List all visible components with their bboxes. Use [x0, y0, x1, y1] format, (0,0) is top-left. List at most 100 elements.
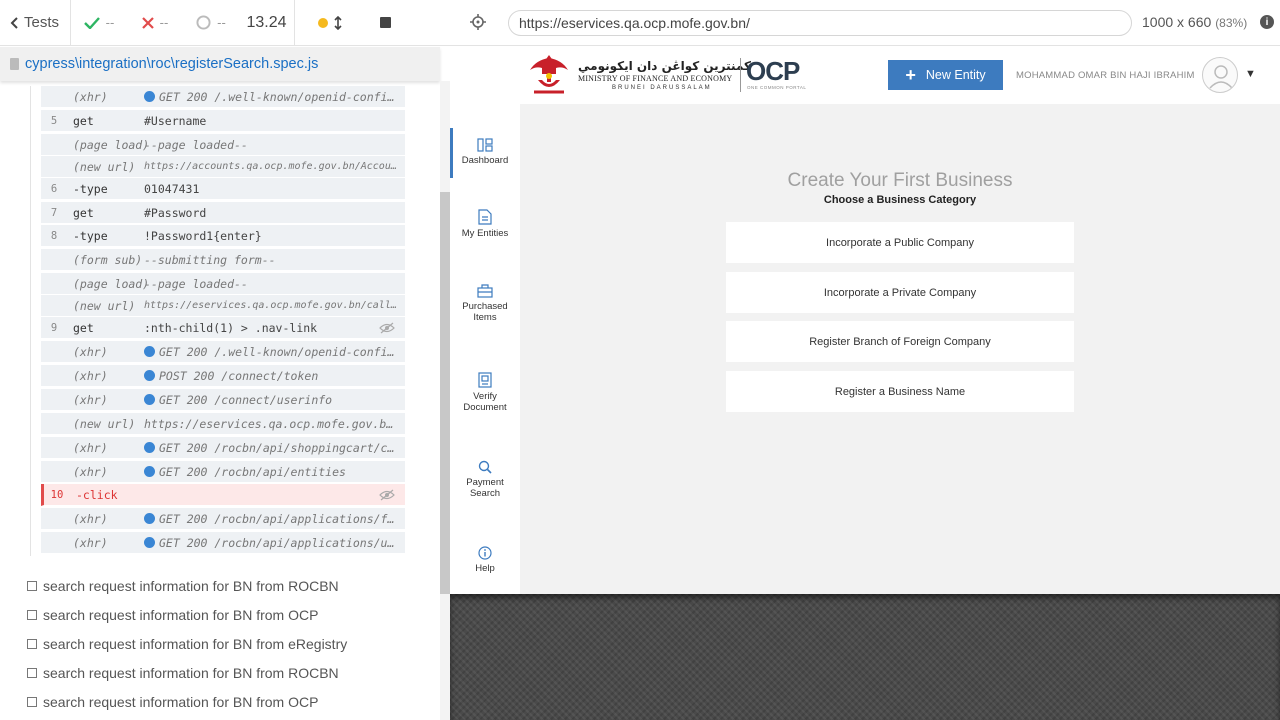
pending-box-icon: [27, 581, 37, 591]
xhr-status-icon: [144, 345, 155, 357]
command-name: get: [73, 205, 94, 220]
command-name: (xhr): [73, 511, 108, 526]
search-icon: [478, 460, 492, 474]
auto-scroll-icon[interactable]: [334, 15, 342, 30]
pending-box-icon: [27, 668, 37, 678]
nav-label: Document: [463, 402, 507, 413]
command-row[interactable]: 8 -type !Password1{enter}: [41, 225, 405, 247]
command-number: 6: [50, 182, 58, 195]
spec-file-bar: cypress\integration\roc\registerSearch.s…: [0, 47, 440, 81]
nav-item-dashboard[interactable]: Dashboard: [450, 138, 520, 166]
user-avatar[interactable]: [1202, 57, 1238, 93]
command-name: (new url): [73, 159, 136, 174]
command-message: #Password: [144, 205, 207, 220]
xhr-text: GET 200 /rocbn/api/entities: [159, 464, 346, 479]
passed-value: --: [105, 15, 115, 30]
command-message: https://eservices.qa.ocp.mofe.gov.bn/cal…: [144, 300, 405, 311]
test-title: search request information for BN from R…: [43, 578, 339, 594]
user-name[interactable]: MOHAMMAD OMAR BIN HAJI IBRAHIM: [1016, 70, 1195, 81]
app-top-bar: كمنترين كواڠن دان ايكونومي MINISTRY OF F…: [450, 46, 1280, 104]
command-number: 8: [50, 229, 58, 242]
check-icon: [83, 16, 100, 29]
command-row[interactable]: (xhr) POST 200 /connect/token: [41, 365, 405, 387]
new-entity-button[interactable]: + New Entity: [888, 60, 1003, 90]
command-row[interactable]: (new url) https://eservices.qa.ocp.mofe.g…: [41, 413, 405, 435]
failed-count: --: [127, 0, 183, 46]
command-row[interactable]: (form sub) --submitting form--: [41, 249, 405, 271]
command-row[interactable]: (new url) https://accounts.qa.ocp.mofe.go…: [41, 156, 405, 178]
brunei-crest-logo: [530, 55, 568, 94]
info-icon[interactable]: i: [1260, 15, 1274, 29]
command-message: :nth-child(1) > .nav-link: [144, 320, 318, 335]
command-row[interactable]: (xhr) GET 200 /rocbn/api/shoppingcart/cu…: [41, 437, 405, 459]
category-private-company[interactable]: Incorporate a Private Company: [726, 272, 1074, 313]
nav-label: Purchased: [462, 301, 508, 312]
command-row[interactable]: (xhr) GET 200 /.well-known/openid-config…: [41, 86, 405, 108]
selector-playground-icon[interactable]: [470, 14, 486, 30]
nav-item-purchased-items[interactable]: Purchased Items: [450, 284, 520, 323]
command-row[interactable]: 5 get #Username: [41, 110, 405, 132]
command-name: -click: [76, 487, 118, 502]
tests-back-button[interactable]: Tests: [0, 0, 71, 46]
user-menu-caret-icon[interactable]: ▼: [1245, 68, 1256, 80]
dashboard-icon: [477, 138, 493, 152]
command-row[interactable]: 9 get:nth-child(1) > .nav-link: [41, 317, 405, 339]
xhr-status-icon: [144, 393, 155, 405]
command-row[interactable]: (xhr) GET 200 /rocbn/api/applications/fi…: [41, 508, 405, 530]
test-item[interactable]: search request information for BN from R…: [27, 663, 339, 683]
command-message: #Username: [144, 113, 207, 128]
ocp-logo[interactable]: OCP: [746, 56, 800, 87]
side-nav: Dashboard My Entities Purchased Items Ve…: [450, 104, 520, 594]
category-business-name[interactable]: Register a Business Name: [726, 371, 1074, 412]
command-name: -type: [73, 181, 108, 196]
nav-item-my-entities[interactable]: My Entities: [450, 209, 520, 239]
test-item[interactable]: search request information for BN from O…: [27, 605, 318, 625]
nav-label: Dashboard: [461, 155, 509, 166]
command-row[interactable]: 6 -type 01047431: [41, 178, 405, 200]
command-message: GET 200 /rocbn/api/applications/un…: [144, 536, 405, 550]
xhr-status-icon: [144, 536, 155, 548]
xhr-text: GET 200 /.well-known/openid-config…: [159, 89, 402, 104]
command-name: (xhr): [73, 464, 108, 479]
test-item[interactable]: search request information for BN from e…: [27, 634, 347, 654]
xhr-text: POST 200 /connect/token: [159, 368, 319, 383]
category-branch-foreign-company[interactable]: Register Branch of Foreign Company: [726, 321, 1074, 362]
command-row[interactable]: (xhr) GET 200 /.well-known/openid-config…: [41, 341, 405, 363]
scrollbar-thumb[interactable]: [440, 192, 450, 594]
spec-path-link[interactable]: cypress\integration\roc\registerSearch.s…: [25, 56, 318, 72]
ministry-name: MINISTRY OF FINANCE AND ECONOMY: [578, 74, 733, 83]
aut-url-bar[interactable]: https://eservices.qa.ocp.mofe.gov.bn/: [508, 10, 1132, 36]
xhr-text: GET 200 /rocbn/api/applications/un…: [159, 535, 402, 550]
xhr-status-icon: [144, 465, 155, 477]
xhr-status-icon: [144, 441, 155, 453]
command-row[interactable]: (new url) https://eservices.qa.ocp.mofe.g…: [41, 295, 405, 317]
nav-label: My Entities: [461, 228, 509, 239]
command-row[interactable]: 10 -click: [41, 484, 405, 506]
command-row[interactable]: (xhr) GET 200 /rocbn/api/entities: [41, 461, 405, 483]
briefcase-icon: [477, 284, 493, 298]
xhr-text: GET 200 /rocbn/api/shoppingcart/cu…: [159, 440, 402, 455]
command-row[interactable]: (page load) --page loaded--: [41, 273, 405, 295]
x-icon: [141, 16, 154, 29]
command-row[interactable]: (xhr) GET 200 /rocbn/api/applications/un…: [41, 532, 405, 554]
stop-button[interactable]: [365, 0, 405, 46]
running-dot-icon: [318, 17, 328, 28]
test-item[interactable]: search request information for BN from O…: [27, 692, 318, 712]
nav-item-payment-search[interactable]: Payment Search: [450, 460, 520, 499]
command-row[interactable]: (xhr) GET 200 /connect/userinfo: [41, 389, 405, 411]
category-public-company[interactable]: Incorporate a Public Company: [726, 222, 1074, 263]
running-status: [295, 0, 365, 46]
command-row[interactable]: (page load) --page loaded--: [41, 134, 405, 156]
command-message: --page loaded--: [144, 137, 248, 152]
nav-item-verify-document[interactable]: Verify Document: [450, 372, 520, 413]
test-item[interactable]: search request information for BN from R…: [27, 576, 339, 596]
command-name: (xhr): [73, 344, 108, 359]
verify-document-icon: [478, 372, 492, 388]
nav-item-help[interactable]: Help: [450, 546, 520, 574]
page-subtitle: Choose a Business Category: [823, 194, 977, 206]
pending-box-icon: [27, 639, 37, 649]
duration: 13.24: [239, 0, 295, 46]
command-message: POST 200 /connect/token: [144, 369, 405, 383]
command-row[interactable]: 7 get #Password: [41, 202, 405, 224]
stop-icon: [379, 17, 391, 28]
